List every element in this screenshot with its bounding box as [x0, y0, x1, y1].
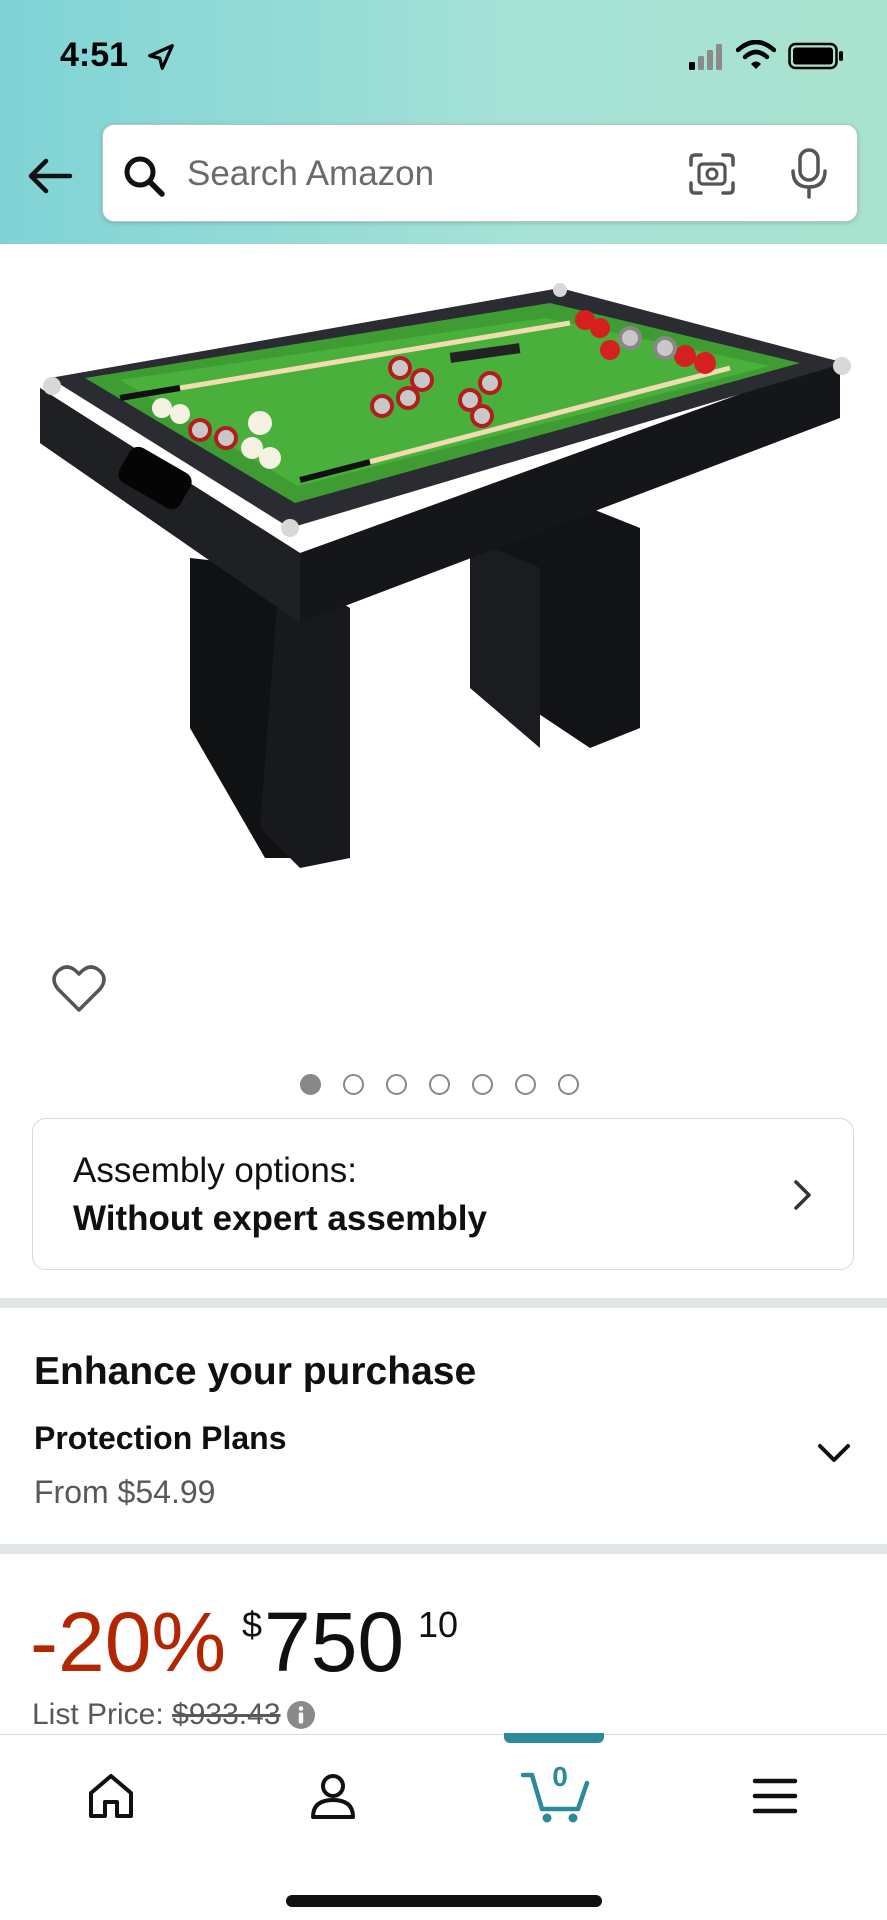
product-image[interactable]	[30, 268, 860, 888]
search-icon	[124, 156, 165, 197]
home-indicator-bar	[286, 1895, 602, 1907]
image-carousel-dots[interactable]	[300, 1074, 579, 1098]
account-icon[interactable]	[308, 1771, 358, 1821]
price-whole: 750	[264, 1595, 405, 1689]
discount-percent: -20%	[30, 1595, 227, 1689]
search-input[interactable]	[187, 147, 647, 201]
cart-count-badge: 0	[552, 1761, 568, 1792]
price-currency: $	[242, 1604, 263, 1645]
signal-icon	[689, 44, 722, 70]
list-price: List Price: $933.43	[32, 1698, 281, 1732]
carousel-dot[interactable]	[515, 1074, 536, 1095]
location-arrow-icon	[148, 44, 174, 70]
enhance-title: Enhance your purchase	[34, 1350, 477, 1393]
carousel-dot[interactable]	[472, 1074, 493, 1095]
chevron-down-icon[interactable]	[816, 1440, 852, 1466]
carousel-dot[interactable]	[300, 1074, 321, 1095]
protection-plans-title[interactable]: Protection Plans	[34, 1420, 287, 1457]
price-fraction: 10	[418, 1604, 459, 1645]
section-divider	[0, 1298, 887, 1308]
bottom-nav: 0	[0, 1733, 887, 1920]
wifi-icon	[736, 40, 776, 69]
microphone-icon[interactable]	[787, 147, 831, 201]
carousel-dot[interactable]	[429, 1074, 450, 1095]
search-bar[interactable]	[102, 124, 858, 222]
assembly-options-card[interactable]: Assembly options: Without expert assembl…	[32, 1118, 854, 1270]
home-icon[interactable]	[86, 1771, 136, 1821]
battery-icon	[788, 42, 843, 70]
section-divider	[0, 1544, 887, 1554]
camera-scan-icon[interactable]	[687, 151, 737, 197]
chevron-right-icon	[794, 1180, 811, 1210]
info-icon[interactable]	[286, 1700, 316, 1730]
menu-icon[interactable]	[752, 1775, 798, 1817]
list-price-value: $933.43	[172, 1698, 281, 1731]
carousel-dot[interactable]	[386, 1074, 407, 1095]
back-arrow-icon[interactable]	[24, 150, 76, 202]
status-time: 4:51	[60, 36, 129, 74]
header: 4:51	[0, 0, 887, 244]
assembly-value: Without expert assembly	[73, 1199, 487, 1238]
list-price-label: List Price:	[32, 1698, 164, 1731]
carousel-dot[interactable]	[343, 1074, 364, 1095]
assembly-label: Assembly options:	[73, 1151, 358, 1190]
carousel-dot[interactable]	[558, 1074, 579, 1095]
active-tab-indicator	[504, 1733, 604, 1743]
protection-plans-price: From $54.99	[34, 1474, 216, 1510]
heart-icon[interactable]	[52, 964, 106, 1014]
